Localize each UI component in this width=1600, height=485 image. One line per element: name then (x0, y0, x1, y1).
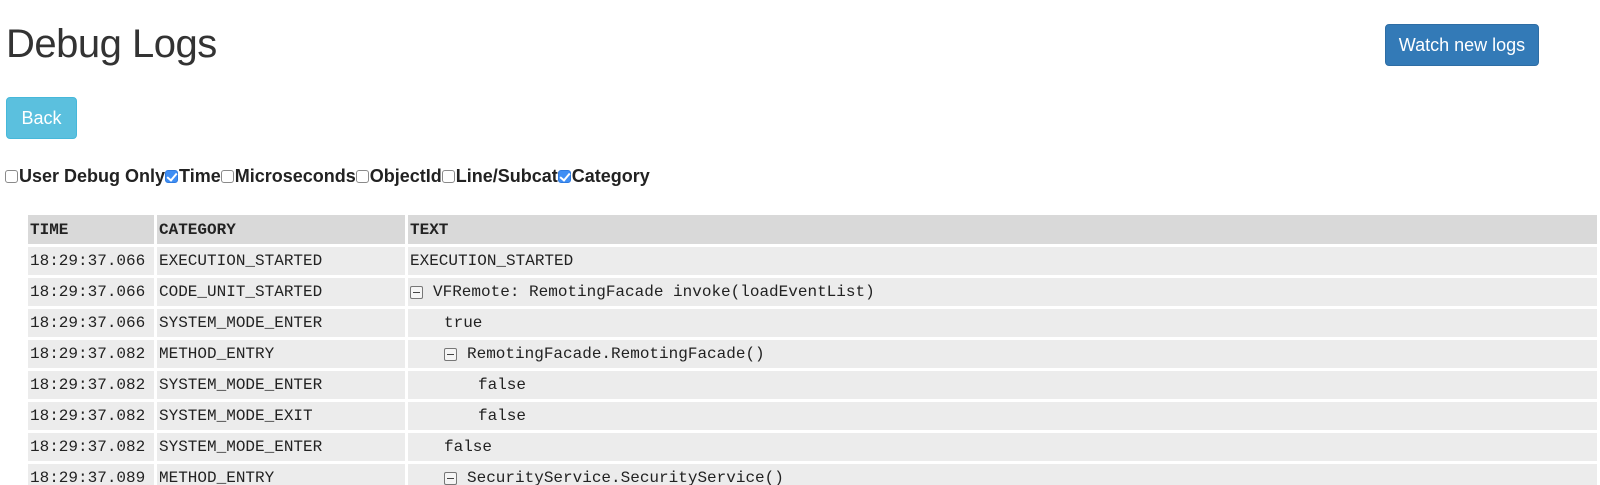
cell-category: SYSTEM_MODE_EXIT (157, 402, 405, 430)
cell-time: 18:29:37.089 (28, 464, 154, 485)
table-row: 18:29:37.082 METHOD_ENTRY RemotingFacade.R… (28, 340, 1597, 368)
cell-time: 18:29:37.066 (28, 247, 154, 275)
column-header-text[interactable]: TEXT (408, 215, 1597, 244)
log-table-container: TIME CATEGORY TEXT 18:29:37.066 EXECUTION… (25, 212, 1600, 485)
table-row: 18:29:37.089 METHOD_ENTRY SecurityService.… (28, 464, 1597, 485)
table-header-row: TIME CATEGORY TEXT (28, 215, 1597, 244)
cell-time: 18:29:37.082 (28, 371, 154, 399)
filter-microseconds[interactable]: Microseconds (220, 165, 356, 187)
filter-checkbox[interactable] (5, 169, 18, 183)
log-text: false (478, 407, 527, 425)
page: Debug Logs Watch new logs Back User Debu… (0, 0, 1600, 485)
cell-text: RemotingFacade.RemotingFacade() (408, 340, 1597, 368)
log-text: true (444, 314, 483, 332)
filter-label: Time (179, 165, 221, 186)
table-row: 18:29:37.082 SYSTEM_MODE_EXIT false (28, 402, 1597, 430)
log-text: false (478, 376, 527, 394)
filter-category[interactable]: Category (557, 165, 650, 187)
table-row: 18:29:37.082 SYSTEM_MODE_ENTER false (28, 371, 1597, 399)
cell-text: true (408, 309, 1597, 337)
filter-checkbox[interactable] (441, 169, 455, 183)
filter-time[interactable]: Time (165, 166, 221, 187)
filter-label: Microseconds (234, 165, 356, 186)
filter-objectid[interactable]: ObjectId (355, 165, 442, 187)
filter-checkbox[interactable] (557, 169, 571, 183)
log-text: RemotingFacade.RemotingFacade() (467, 345, 765, 363)
cell-text: false (408, 371, 1597, 399)
cell-time: 18:29:37.066 (28, 309, 154, 337)
cell-text: false (408, 433, 1597, 461)
cell-category: EXECUTION_STARTED (157, 247, 405, 275)
collapse-icon[interactable] (410, 285, 423, 299)
cell-category: SYSTEM_MODE_ENTER (157, 433, 405, 461)
cell-category: SYSTEM_MODE_ENTER (157, 309, 405, 337)
column-header-time[interactable]: TIME (28, 215, 154, 244)
filter-checkbox[interactable] (355, 169, 369, 183)
filter-line-subcat[interactable]: Line/Subcat (441, 165, 558, 187)
cell-time: 18:29:37.066 (28, 278, 154, 306)
log-text: SecurityService.SecurityService() (467, 469, 784, 485)
cell-text: VFRemote: RemotingFacade invoke(loadEven… (408, 278, 1597, 306)
filter-bar: User Debug Only Time Microseconds ObjectId L… (5, 164, 650, 188)
log-table-body: 18:29:37.066 EXECUTION_STARTED EXECUTION_S… (28, 247, 1597, 485)
table-row: 18:29:37.066 EXECUTION_STARTED EXECUTION_S… (28, 247, 1597, 275)
back-button[interactable]: Back (6, 97, 77, 139)
cell-time: 18:29:37.082 (28, 340, 154, 368)
filter-checkbox[interactable] (220, 169, 234, 183)
log-table: TIME CATEGORY TEXT 18:29:37.066 EXECUTION… (25, 212, 1600, 485)
cell-text: SecurityService.SecurityService() (408, 464, 1597, 485)
cell-category: CODE_UNIT_STARTED (157, 278, 405, 306)
cell-text: EXECUTION_STARTED (408, 247, 1597, 275)
table-row: 18:29:37.066 CODE_UNIT_STARTED VFRemote: R… (28, 278, 1597, 306)
cell-category: SYSTEM_MODE_ENTER (157, 371, 405, 399)
watch-new-logs-button[interactable]: Watch new logs (1385, 24, 1539, 66)
cell-time: 18:29:37.082 (28, 433, 154, 461)
column-header-category[interactable]: CATEGORY (157, 215, 405, 244)
cell-text: false (408, 402, 1597, 430)
log-text: false (444, 438, 493, 456)
filter-label: ObjectId (369, 165, 442, 186)
log-text: EXECUTION_STARTED (410, 252, 574, 270)
collapse-icon[interactable] (444, 471, 457, 485)
filter-user-debug-only[interactable]: User Debug Only (5, 166, 165, 187)
filter-label: Category (571, 165, 650, 186)
table-row: 18:29:37.082 SYSTEM_MODE_ENTER false (28, 433, 1597, 461)
cell-category: METHOD_ENTRY (157, 340, 405, 368)
collapse-icon[interactable] (444, 347, 457, 361)
cell-category: METHOD_ENTRY (157, 464, 405, 485)
filter-checkbox[interactable] (165, 169, 179, 183)
log-text: VFRemote: RemotingFacade invoke(loadEven… (433, 283, 875, 301)
cell-time: 18:29:37.082 (28, 402, 154, 430)
page-title: Debug Logs (6, 22, 217, 66)
filter-label: User Debug Only (19, 165, 166, 186)
filter-label: Line/Subcat (455, 165, 558, 186)
table-row: 18:29:37.066 SYSTEM_MODE_ENTER true (28, 309, 1597, 337)
